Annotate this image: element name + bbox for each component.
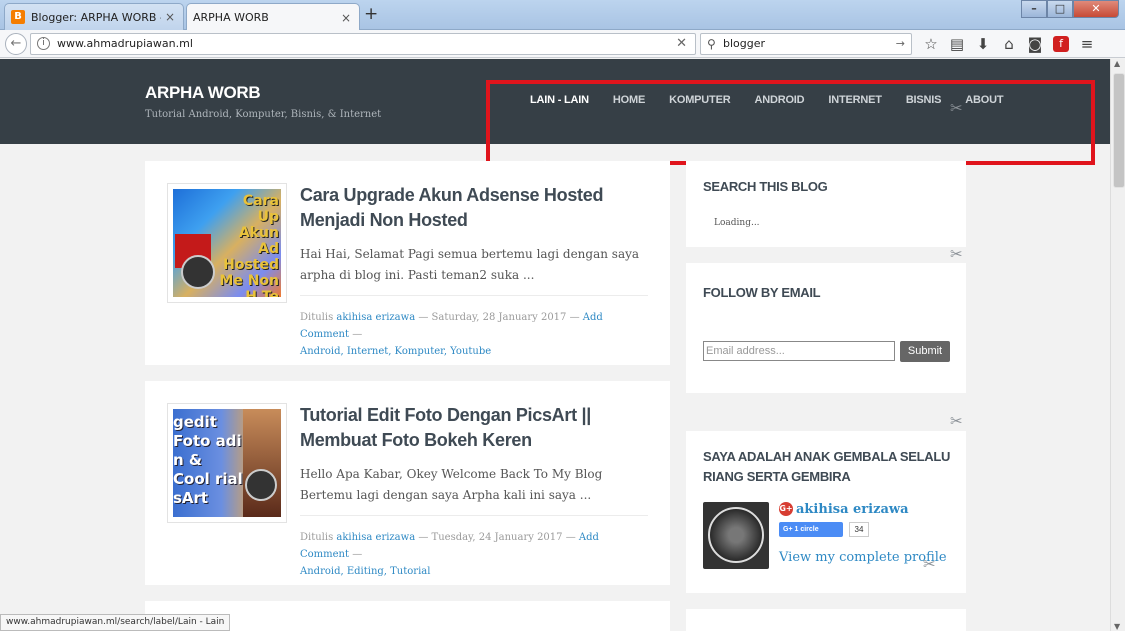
google-plus-badge[interactable]: G+ 1 circle: [779, 522, 843, 537]
email-field[interactable]: Email address...: [703, 341, 895, 361]
navigation-toolbar: ← i www.ahmadrupiawan.ml ✕ ⚲ blogger → ☆…: [0, 30, 1125, 58]
tab-title: ARPHA WORB: [193, 11, 269, 24]
star-icon[interactable]: ☆: [918, 34, 944, 54]
profile-widget: SAYA ADALAH ANAK GEMBALA SELALU RIANG SE…: [686, 431, 966, 593]
divider: [300, 295, 648, 296]
edit-wrench-icon[interactable]: ✂: [950, 412, 963, 430]
scroll-down-icon[interactable]: ▼: [1114, 622, 1120, 631]
post-thumbnail[interactable]: Cara Up Akun Ad Hosted Me Non H Te: [167, 183, 287, 303]
profile-name[interactable]: akihisa erizawa: [796, 502, 909, 517]
blogger-icon: B: [11, 10, 25, 24]
status-bar: www.ahmadrupiawan.ml/search/label/Lain -…: [0, 614, 231, 631]
widget-title: FOLLOW BY EMAIL: [703, 285, 821, 300]
post-snippet: Hai Hai, Selamat Pagi semua bertemu lagi…: [300, 247, 640, 282]
edit-wrench-icon[interactable]: ✂: [923, 555, 936, 573]
loading-text: Loading...: [714, 218, 760, 228]
follow-email-widget: FOLLOW BY EMAIL Email address... Submit: [686, 263, 966, 393]
post-meta: Ditulis akihisa erizawa — Saturday, 28 J…: [300, 312, 603, 357]
info-icon[interactable]: i: [37, 37, 50, 50]
scrollbar-thumb[interactable]: [1113, 73, 1125, 188]
author-link[interactable]: akihisa erizawa: [336, 532, 415, 543]
view-profile-link[interactable]: View my complete profile: [779, 550, 947, 565]
thumbnail-overlay-text: Cara Up Akun Ad Hosted Me Non H Te: [219, 193, 279, 297]
sidebar-widget: [686, 609, 966, 631]
search-icon: ⚲: [707, 37, 716, 51]
toolbar-icons: ☆ ▤ ⬇ ⌂ ◙ f ≡: [918, 34, 1100, 54]
post-labels[interactable]: Android, Internet, Komputer, Youtube: [300, 346, 491, 357]
widget-title: SAYA ADALAH ANAK GEMBALA SELALU RIANG SE…: [703, 449, 951, 484]
clear-icon[interactable]: ✕: [676, 34, 687, 54]
mouse-cursor-icon: ☝: [538, 157, 548, 176]
avatar[interactable]: [703, 502, 769, 569]
pocket-icon[interactable]: ◙: [1022, 34, 1048, 54]
post-snippet: Hello Apa Kabar, Okey Welcome Back To My…: [300, 467, 603, 502]
post-meta: Ditulis akihisa erizawa — Tuesday, 24 Ja…: [300, 532, 599, 577]
highlight-box: [486, 80, 1095, 165]
post-title[interactable]: Tutorial Edit Foto Dengan PicsArt || Mem…: [300, 403, 645, 453]
site-description: Tutorial Android, Komputer, Bisnis, & In…: [145, 109, 382, 120]
author-link[interactable]: akihisa erizawa: [336, 312, 415, 323]
back-icon[interactable]: ←: [5, 33, 27, 55]
meta-prefix: Ditulis: [300, 312, 334, 323]
scroll-up-icon[interactable]: ▲: [1114, 59, 1120, 68]
submit-button[interactable]: Submit: [900, 341, 950, 362]
close-tab-icon[interactable]: ×: [165, 10, 175, 24]
thumbnail-image: Cara Up Akun Ad Hosted Me Non H Te: [173, 189, 281, 297]
post-title[interactable]: Cara Upgrade Akun Adsense Hosted Menjadi…: [300, 183, 645, 233]
home-icon[interactable]: ⌂: [996, 34, 1022, 54]
search-widget: SEARCH THIS BLOG Loading...: [686, 161, 966, 247]
flash-icon[interactable]: f: [1053, 36, 1069, 52]
search-value: blogger: [723, 37, 766, 50]
widget-title: SEARCH THIS BLOG: [703, 179, 828, 194]
tab-title: Blogger: ARPHA WORB - T...: [31, 10, 161, 24]
meta-prefix: Ditulis: [300, 532, 334, 543]
url-text: www.ahmadrupiawan.ml: [57, 37, 193, 50]
edit-wrench-icon[interactable]: ✂: [950, 245, 963, 263]
post-card: Cara Up Akun Ad Hosted Me Non H Te Cara …: [145, 161, 670, 365]
post-date: — Tuesday, 24 January 2017 —: [418, 532, 576, 543]
avatar-image: [708, 507, 764, 563]
tab-arpha-worb[interactable]: ARPHA WORB ×: [186, 3, 360, 75]
minimize-button[interactable]: –: [1021, 0, 1047, 18]
post-thumbnail[interactable]: gedit Foto adi n & Cool rial sArt: [167, 403, 287, 523]
maximize-button[interactable]: □: [1047, 0, 1073, 18]
google-plus-icon: G+: [779, 502, 793, 516]
new-tab-button[interactable]: +: [364, 4, 378, 24]
download-icon[interactable]: ⬇: [970, 34, 996, 54]
window-controls: – □ ✕: [1021, 0, 1119, 18]
divider: [300, 515, 648, 516]
menu-icon[interactable]: ≡: [1074, 34, 1100, 54]
search-bar[interactable]: ⚲ blogger →: [700, 33, 912, 55]
circle-count: 34: [849, 522, 869, 537]
url-bar[interactable]: i www.ahmadrupiawan.ml ✕: [30, 33, 696, 55]
tab-bar: B Blogger: ARPHA WORB - T... × ARPHA WOR…: [0, 0, 1125, 75]
page-viewport: ARPHA WORB Tutorial Android, Komputer, B…: [0, 59, 1110, 631]
thumbnail-image: gedit Foto adi n & Cool rial sArt: [173, 409, 281, 517]
go-icon[interactable]: →: [896, 34, 905, 54]
post-date: — Saturday, 28 January 2017 —: [418, 312, 580, 323]
thumbnail-overlay-text: gedit Foto adi n & Cool rial sArt: [173, 413, 243, 507]
reader-icon[interactable]: ▤: [944, 34, 970, 54]
close-window-button[interactable]: ✕: [1073, 0, 1119, 18]
page-scrollbar[interactable]: ▲ ▼: [1110, 59, 1125, 631]
post-labels[interactable]: Android, Editing, Tutorial: [300, 566, 430, 577]
post-card: gedit Foto adi n & Cool rial sArt Tutori…: [145, 381, 670, 585]
site-title[interactable]: ARPHA WORB: [145, 83, 261, 103]
tab-blogger[interactable]: B Blogger: ARPHA WORB - T... ×: [4, 3, 184, 30]
close-tab-icon[interactable]: ×: [341, 11, 351, 25]
